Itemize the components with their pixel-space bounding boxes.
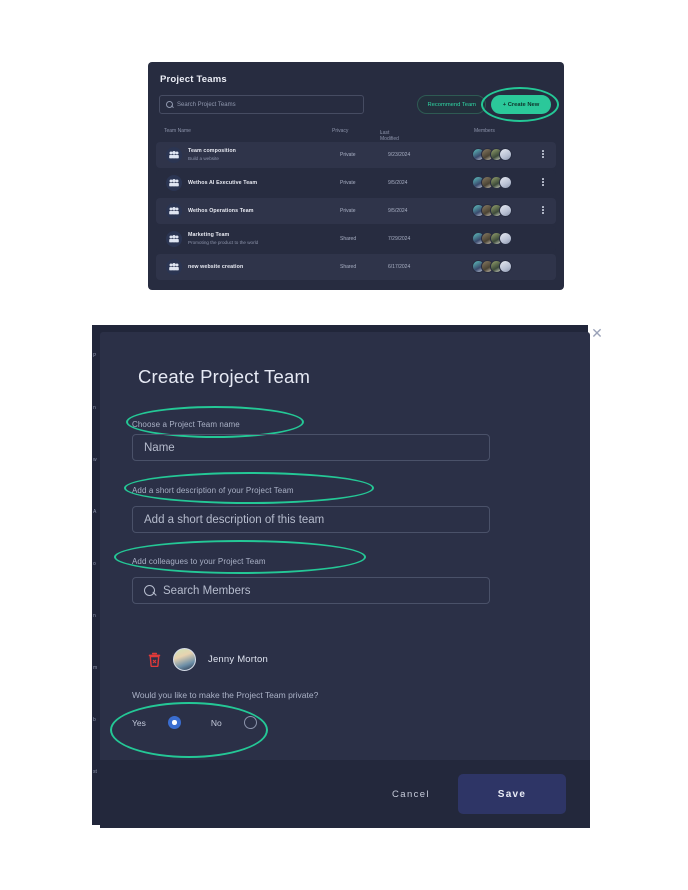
team-privacy: Shared	[340, 264, 357, 270]
row-menu-button[interactable]	[542, 206, 544, 214]
create-new-button[interactable]: + Create New	[491, 95, 551, 114]
team-description-label: Add a short description of your Project …	[132, 486, 294, 495]
search-icon	[166, 101, 173, 108]
team-description-placeholder: Add a short description of this team	[144, 513, 325, 526]
radio-no[interactable]	[243, 716, 257, 729]
team-description: Promoting the product to the world	[188, 240, 259, 245]
team-name: Wethos AI Executive Team	[188, 180, 258, 186]
radio-yes[interactable]	[167, 716, 181, 729]
close-icon[interactable]: ✕	[588, 324, 606, 342]
add-colleagues-label: Add colleagues to your Project Team	[132, 557, 266, 566]
team-last-modified: 9/5/2024	[388, 180, 408, 186]
avatar	[499, 176, 512, 189]
team-privacy: Shared	[340, 236, 357, 242]
search-icon	[144, 584, 156, 597]
member-avatars	[472, 204, 512, 219]
avatar	[173, 648, 196, 671]
trash-icon[interactable]	[148, 652, 161, 667]
member-name: Jenny Morton	[208, 654, 268, 665]
team-name-placeholder: Name	[144, 441, 175, 454]
team-icon	[166, 147, 182, 163]
team-last-modified: 9/23/2024	[388, 152, 411, 158]
row-menu-button[interactable]	[542, 150, 544, 158]
table-row[interactable]: Wethos Operations Team Private 9/5/2024	[156, 198, 556, 224]
radio-yes-label: Yes	[132, 717, 146, 728]
table-row[interactable]: Team composition Build a website Private 9/…	[156, 142, 556, 168]
team-name: Team composition	[188, 148, 237, 154]
table-header: Team Name Privacy Last Modified ↓ Members	[164, 128, 495, 142]
team-icon	[166, 203, 182, 219]
search-members-input[interactable]: Search Members	[132, 577, 490, 604]
team-description: Build a website	[188, 156, 219, 161]
project-teams-panel: Project Teams Search Project Teams Recom…	[148, 62, 564, 290]
cancel-button[interactable]: Cancel	[378, 781, 444, 808]
member-avatars	[472, 176, 512, 191]
privacy-radio-group: Yes No	[132, 716, 257, 729]
team-last-modified: 7/29/2024	[388, 236, 411, 242]
row-menu-button[interactable]	[542, 178, 544, 186]
team-description-input[interactable]: Add a short description of this team	[132, 506, 490, 533]
column-header-team-name: Team Name	[164, 128, 191, 134]
modal-title: Create Project Team	[138, 366, 311, 387]
annotation-ellipse-privacy-radios	[110, 702, 268, 758]
team-icon	[166, 175, 182, 191]
privacy-question-label: Would you like to make the Project Team …	[132, 690, 319, 700]
avatar	[499, 260, 512, 273]
radio-no-label: No	[210, 717, 222, 728]
recommend-team-button[interactable]: Recommend Team	[417, 95, 486, 114]
team-icon	[166, 259, 182, 275]
column-header-privacy: Privacy	[332, 128, 349, 134]
member-list-item: Jenny Morton	[148, 648, 268, 671]
avatar	[499, 204, 512, 217]
team-name: Wethos Operations Team	[188, 208, 254, 214]
team-last-modified: 9/5/2024	[388, 208, 408, 214]
create-project-team-modal: ✕ Create Project Team Choose a Project T…	[100, 326, 603, 828]
member-avatars	[472, 148, 512, 163]
team-icon	[166, 231, 182, 247]
member-avatars	[472, 260, 512, 275]
team-privacy: Private	[340, 152, 356, 158]
search-members-placeholder: Search Members	[163, 584, 251, 597]
sort-descending-icon: ↓	[380, 130, 383, 136]
screenshot-root: Project Teams Search Project Teams Recom…	[0, 0, 688, 890]
member-avatars	[472, 232, 512, 247]
team-name: Marketing Team	[188, 232, 230, 238]
search-teams-placeholder: Search Project Teams	[177, 101, 236, 108]
avatar	[499, 232, 512, 245]
save-button[interactable]: Save	[458, 774, 566, 814]
table-row[interactable]: new website creation Shared 6/17/2024	[156, 254, 556, 280]
team-name-label: Choose a Project Team name	[132, 420, 240, 429]
modal-footer: Cancel Save	[100, 760, 590, 828]
search-teams-input[interactable]: Search Project Teams	[159, 95, 364, 114]
team-privacy: Private	[340, 180, 356, 186]
team-name-input[interactable]: Name	[132, 434, 490, 461]
page-title: Project Teams	[160, 74, 227, 85]
team-privacy: Private	[340, 208, 356, 214]
table-row[interactable]: Marketing Team Promoting the product to t…	[156, 226, 556, 252]
team-name: new website creation	[188, 264, 244, 270]
avatar	[499, 148, 512, 161]
column-header-members: Members	[474, 128, 495, 134]
table-row[interactable]: Wethos AI Executive Team Private 9/5/2024	[156, 170, 556, 196]
team-last-modified: 6/17/2024	[388, 264, 411, 270]
